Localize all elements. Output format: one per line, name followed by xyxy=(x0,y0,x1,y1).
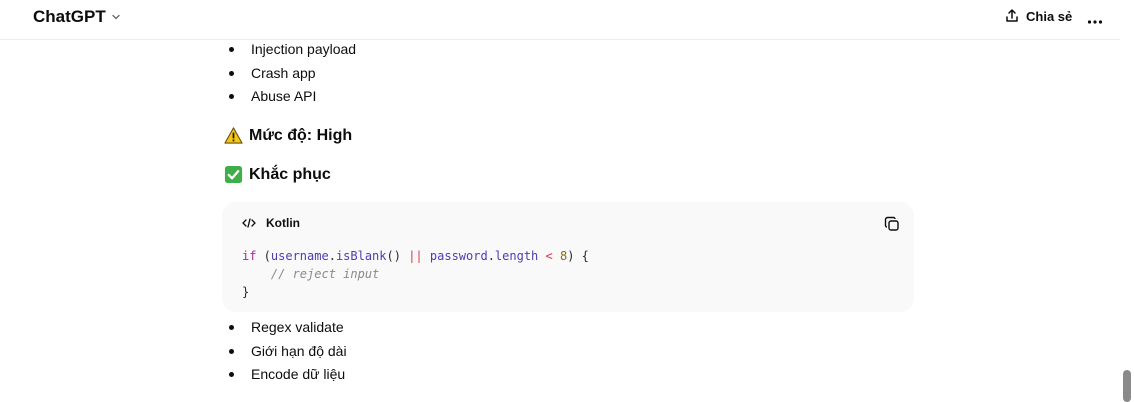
severity-text: Mức độ: High xyxy=(249,126,353,144)
code-line-3: } xyxy=(242,285,250,299)
scrollbar[interactable] xyxy=(1120,0,1134,402)
code-line-1: if (username.isBlank() || password.lengt… xyxy=(242,249,589,263)
code-content: if (username.isBlank() || password.lengt… xyxy=(242,247,589,301)
list-item: Regex validate xyxy=(224,316,347,340)
code-language: Kotlin xyxy=(266,216,300,230)
fix-text: Khắc phục xyxy=(249,165,331,183)
list-item: Abuse API xyxy=(224,85,356,109)
code-block: Kotlin if (username.isBlank() || passwor… xyxy=(222,202,914,312)
scrollbar-thumb[interactable] xyxy=(1123,370,1131,402)
severity-heading: Mức độ: High xyxy=(224,126,352,145)
list-item: Injection payload xyxy=(224,38,356,62)
check-mark-icon xyxy=(224,165,243,184)
risk-list: Injection payload Crash app Abuse API xyxy=(224,38,356,109)
code-line-2: // reject input xyxy=(242,267,380,281)
list-item: Crash app xyxy=(224,62,356,86)
copy-icon xyxy=(884,216,899,231)
fix-list: Regex validate Giới hạn độ dài Encode dữ… xyxy=(224,316,347,387)
copy-code-button[interactable] xyxy=(884,216,900,237)
code-icon xyxy=(242,218,256,228)
fix-heading: Khắc phục xyxy=(224,165,331,184)
message-content: Injection payload Crash app Abuse API Mứ… xyxy=(0,0,1120,402)
code-language-header: Kotlin xyxy=(242,216,300,230)
list-item: Encode dữ liệu xyxy=(224,363,347,387)
list-item: Giới hạn độ dài xyxy=(224,340,347,364)
warning-icon xyxy=(224,127,243,144)
